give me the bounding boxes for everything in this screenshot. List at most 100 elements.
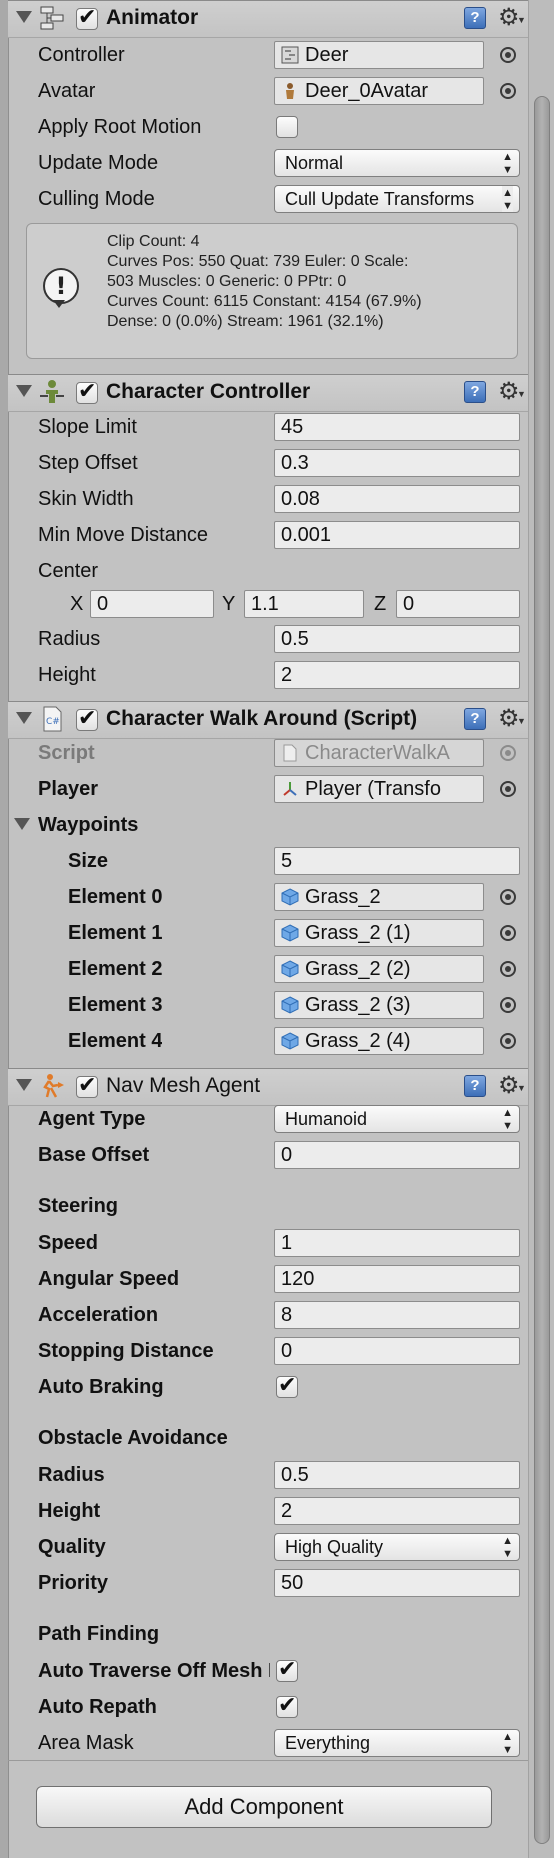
walk-around-enabled-checkbox[interactable]: ✔: [76, 706, 98, 731]
priority-label: Priority: [38, 1572, 109, 1594]
auto-traverse-checkbox[interactable]: ✔: [276, 1657, 298, 1682]
avatar-field[interactable]: Deer_0Avatar: [274, 77, 484, 105]
info-line: Clip Count: 4: [107, 233, 200, 250]
radius-field[interactable]: 0.5: [274, 625, 520, 653]
left-edge: [0, 0, 9, 1858]
height-field[interactable]: 2: [274, 661, 520, 689]
element-field[interactable]: Grass_2 (1): [274, 919, 484, 947]
nav-mesh-agent-icon: [43, 1074, 64, 1098]
base-offset-field[interactable]: 0: [274, 1141, 520, 1169]
acceleration-label: Acceleration: [38, 1304, 159, 1326]
quality-dropdown[interactable]: High Quality ▲ ▼: [274, 1533, 520, 1561]
auto-repath-checkbox[interactable]: ✔: [276, 1693, 298, 1718]
element-field[interactable]: Grass_2 (3): [274, 991, 484, 1019]
center-z-field[interactable]: 0: [396, 590, 520, 618]
csharp-script-icon: C#: [43, 706, 62, 732]
foldout-arrow-icon[interactable]: [16, 1079, 32, 1091]
element-field[interactable]: Grass_2 (4): [274, 1027, 484, 1055]
agent-radius-field[interactable]: 0.5: [274, 1461, 520, 1489]
element-value: Grass_2 (4): [305, 1030, 411, 1052]
animator-header[interactable]: ✔ Animator ? ⚙ ▼: [8, 0, 528, 38]
priority-field[interactable]: 50: [274, 1569, 520, 1597]
walk-around-title: Character Walk Around (Script): [106, 707, 418, 730]
angular-speed-field[interactable]: 120: [274, 1265, 520, 1293]
waypoints-foldout-icon[interactable]: [14, 818, 30, 830]
inspector-bottom-divider: [8, 1760, 528, 1761]
player-value: Player (Transfo: [305, 778, 441, 800]
element-picker-icon[interactable]: [500, 889, 516, 905]
stopping-distance-label: Stopping Distance: [38, 1340, 214, 1362]
height-label: Height: [38, 664, 96, 686]
scrollbar-thumb[interactable]: [534, 96, 550, 1844]
nav-mesh-agent-header[interactable]: ✔ Nav Mesh Agent ? ⚙ ▼: [8, 1068, 528, 1106]
animator-controller-icon: [281, 46, 299, 64]
nav-mesh-agent-enabled-checkbox[interactable]: ✔: [76, 1073, 98, 1098]
help-icon[interactable]: ?: [464, 7, 486, 29]
auto-traverse-label: Auto Traverse Off Mesh Link: [38, 1660, 270, 1682]
help-icon[interactable]: ?: [464, 708, 486, 730]
skin-width-field[interactable]: 0.08: [274, 485, 520, 513]
foldout-arrow-icon[interactable]: [16, 385, 32, 397]
element-picker-icon[interactable]: [500, 997, 516, 1013]
min-move-distance-field[interactable]: 0.001: [274, 521, 520, 549]
apply-root-motion-label: Apply Root Motion: [38, 116, 202, 138]
auto-braking-label: Auto Braking: [38, 1376, 164, 1398]
element-label: Element 0: [68, 886, 163, 908]
prefab-cube-icon: [281, 888, 299, 906]
acceleration-field[interactable]: 8: [274, 1301, 520, 1329]
center-x-field[interactable]: 0: [90, 590, 214, 618]
element-label: Element 1: [68, 922, 163, 944]
add-component-button[interactable]: Add Component: [36, 1786, 492, 1828]
svg-text:C#: C#: [46, 717, 60, 727]
area-mask-dropdown[interactable]: Everything ▲ ▼: [274, 1729, 520, 1757]
nav-mesh-agent-title: Nav Mesh Agent: [106, 1074, 261, 1097]
controller-field[interactable]: Deer: [274, 41, 484, 69]
area-mask-value: Everything: [285, 1733, 371, 1753]
help-icon[interactable]: ?: [464, 1075, 486, 1097]
walk-around-header[interactable]: C# ✔ Character Walk Around (Script) ? ⚙ …: [8, 701, 528, 739]
info-line: Curves Count: 6115 Constant: 4154 (67.9%…: [107, 293, 422, 310]
center-label: Center: [38, 560, 99, 582]
gear-caret-icon: ▼: [517, 389, 526, 399]
player-picker-icon[interactable]: [500, 781, 516, 797]
animator-title: Animator: [106, 6, 199, 29]
element-label: Element 3: [68, 994, 163, 1016]
player-field[interactable]: Player (Transfo: [274, 775, 484, 803]
animator-component-icon: [40, 6, 64, 30]
apply-root-motion-checkbox[interactable]: [276, 116, 298, 138]
slope-limit-field[interactable]: 45: [274, 413, 520, 441]
foldout-arrow-icon[interactable]: [16, 11, 32, 23]
update-mode-value: Normal: [285, 153, 344, 173]
character-controller-header[interactable]: ✔ Character Controller ? ⚙ ▼: [8, 374, 528, 412]
element-field[interactable]: Grass_2 (2): [274, 955, 484, 983]
center-y-field[interactable]: 1.1: [244, 590, 364, 618]
agent-height-field[interactable]: 2: [274, 1497, 520, 1525]
auto-repath-label: Auto Repath: [38, 1696, 157, 1718]
agent-type-dropdown[interactable]: Humanoid ▲ ▼: [274, 1105, 520, 1133]
animator-enabled-checkbox[interactable]: ✔: [76, 5, 98, 30]
element-picker-icon[interactable]: [500, 925, 516, 941]
auto-braking-checkbox[interactable]: ✔: [276, 1373, 298, 1398]
stopping-distance-field[interactable]: 0: [274, 1337, 520, 1365]
avatar-picker-icon[interactable]: [500, 83, 516, 99]
foldout-arrow-icon[interactable]: [16, 712, 32, 724]
speed-field[interactable]: 1: [274, 1229, 520, 1257]
controller-value: Deer: [305, 44, 349, 66]
waypoints-size-field[interactable]: 5: [274, 847, 520, 875]
step-offset-field[interactable]: 0.3: [274, 449, 520, 477]
update-mode-dropdown[interactable]: Normal ▲ ▼: [274, 149, 520, 177]
culling-mode-label: Culling Mode: [38, 188, 155, 210]
avatar-value: Deer_0Avatar: [305, 80, 429, 102]
gear-caret-icon: ▼: [517, 15, 526, 25]
controller-picker-icon[interactable]: [500, 47, 516, 63]
culling-mode-dropdown[interactable]: Cull Update Transforms ▲ ▼: [274, 185, 520, 213]
waypoints-label[interactable]: Waypoints: [38, 811, 138, 839]
character-controller-enabled-checkbox[interactable]: ✔: [76, 379, 98, 404]
element-picker-icon[interactable]: [500, 1033, 516, 1049]
element-picker-icon[interactable]: [500, 961, 516, 977]
obstacle-avoidance-heading: Obstacle Avoidance: [38, 1427, 228, 1449]
gear-caret-icon: ▼: [517, 1083, 526, 1093]
vertical-scrollbar[interactable]: [528, 0, 554, 1858]
element-field[interactable]: Grass_2: [274, 883, 484, 911]
help-icon[interactable]: ?: [464, 381, 486, 403]
